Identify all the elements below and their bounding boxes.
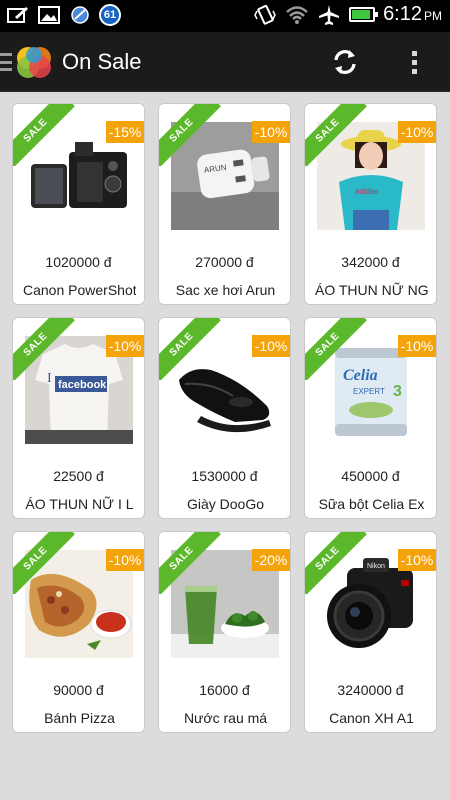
network-app-icon bbox=[68, 4, 92, 26]
product-card[interactable]: SALE -20% 16000 đ Nước rau má bbox=[158, 531, 291, 733]
sale-ribbon: SALE bbox=[159, 532, 221, 594]
product-price: 342000 đ bbox=[341, 254, 400, 270]
product-card[interactable]: ARUN SALE -10% 270000 đ Sac xe hơi Arun bbox=[158, 103, 291, 305]
product-card[interactable]: adidas SALE -10% 342000 đ ÁO THUN NỮ NG bbox=[304, 103, 437, 305]
notification-icons: 61 bbox=[6, 4, 121, 26]
overflow-menu-icon[interactable] bbox=[402, 45, 426, 79]
sale-ribbon-label: SALE bbox=[13, 104, 75, 166]
product-card[interactable]: Nikon SALE -10% 3240000 đ Canon XH A1 bbox=[304, 531, 437, 733]
clock-ampm: PM bbox=[424, 9, 442, 23]
refresh-icon[interactable] bbox=[328, 45, 362, 79]
clock-time: 6:12 bbox=[383, 3, 422, 25]
product-card[interactable]: SALE -15% 1020000 đ Canon PowerShot bbox=[12, 103, 145, 305]
discount-badge: -20% bbox=[252, 549, 290, 571]
clock: 6:12 PM bbox=[383, 3, 442, 26]
product-price: 450000 đ bbox=[341, 468, 400, 484]
discount-badge: -10% bbox=[252, 121, 290, 143]
sale-ribbon-label: SALE bbox=[13, 318, 75, 380]
discount-badge: -10% bbox=[398, 121, 436, 143]
sale-ribbon: SALE bbox=[13, 318, 75, 380]
product-price: 1020000 đ bbox=[45, 254, 112, 270]
product-price: 22500 đ bbox=[53, 468, 104, 484]
app-logo-icon[interactable] bbox=[14, 44, 54, 80]
sale-ribbon-label: SALE bbox=[159, 532, 221, 594]
system-icons: 6:12 PM bbox=[253, 3, 442, 26]
sale-ribbon: SALE bbox=[159, 318, 221, 380]
sale-ribbon-label: SALE bbox=[159, 104, 221, 166]
product-price: 1530000 đ bbox=[191, 468, 258, 484]
product-name: Canon PowerShot bbox=[23, 282, 136, 298]
sale-ribbon: SALE bbox=[305, 318, 367, 380]
sale-ribbon: SALE bbox=[13, 532, 75, 594]
product-price: 90000 đ bbox=[53, 682, 104, 698]
sale-ribbon-label: SALE bbox=[305, 532, 367, 594]
product-price: 16000 đ bbox=[199, 682, 250, 698]
status-bar: 61 6:12 PM bbox=[0, 0, 450, 32]
discount-badge: -10% bbox=[398, 549, 436, 571]
product-card[interactable]: SALE -10% 1530000 đ Giày DooGo bbox=[158, 317, 291, 519]
battery-level-fill bbox=[352, 10, 371, 19]
sale-ribbon: SALE bbox=[159, 104, 221, 166]
discount-badge: -10% bbox=[252, 335, 290, 357]
product-card[interactable]: I facebook SALE -10% 22500 đ ÁO THUN NỮ … bbox=[12, 317, 145, 519]
battery-icon bbox=[349, 7, 379, 22]
product-price: 3240000 đ bbox=[337, 682, 404, 698]
discount-badge: -10% bbox=[398, 335, 436, 357]
product-name: Nước rau má bbox=[183, 710, 268, 726]
notification-count-badge: 61 bbox=[99, 4, 121, 26]
sale-ribbon: SALE bbox=[305, 104, 367, 166]
camera-brand-text: Nikon bbox=[367, 563, 385, 570]
svg-text:adidas: adidas bbox=[355, 187, 379, 196]
wifi-icon bbox=[285, 4, 309, 26]
product-name: ÁO THUN NỮ NG bbox=[315, 282, 428, 298]
sale-ribbon-label: SALE bbox=[305, 318, 367, 380]
sale-ribbon-label: SALE bbox=[13, 532, 75, 594]
discount-badge: -15% bbox=[106, 121, 144, 143]
drawer-icon[interactable] bbox=[0, 50, 12, 74]
discount-badge: -10% bbox=[106, 335, 144, 357]
shirt-logo-text: facebook bbox=[58, 379, 107, 391]
sale-ribbon-label: SALE bbox=[305, 104, 367, 166]
edit-note-icon bbox=[6, 4, 30, 26]
product-card[interactable]: Celia EXPERT 3 SALE -10% 450000 đ Sữa bộ… bbox=[304, 317, 437, 519]
product-price: 270000 đ bbox=[195, 254, 254, 270]
product-name: Sữa bột Celia Ex bbox=[318, 496, 425, 512]
sale-ribbon: SALE bbox=[13, 104, 75, 166]
page-title: On Sale bbox=[62, 49, 142, 74]
vibrate-icon bbox=[253, 4, 277, 26]
airplane-mode-icon bbox=[317, 4, 341, 26]
product-grid: SALE -15% 1020000 đ Canon PowerShot ARUN… bbox=[12, 103, 438, 733]
action-bar: On Sale bbox=[0, 32, 450, 92]
svg-text:3: 3 bbox=[393, 383, 402, 400]
product-name: Sac xe hơi Arun bbox=[175, 282, 276, 298]
gallery-icon bbox=[37, 4, 61, 26]
sale-ribbon-label: SALE bbox=[159, 318, 221, 380]
sale-ribbon: SALE bbox=[305, 532, 367, 594]
product-name: Canon XH A1 bbox=[329, 710, 414, 726]
product-name: Giày DooGo bbox=[186, 496, 265, 512]
product-name: Bánh Pizza bbox=[44, 710, 115, 726]
product-card[interactable]: SALE -10% 90000 đ Bánh Pizza bbox=[12, 531, 145, 733]
product-name: ÁO THUN NỮ I L bbox=[25, 496, 134, 512]
milk-line-text: EXPERT bbox=[353, 387, 385, 396]
discount-badge: -10% bbox=[106, 549, 144, 571]
